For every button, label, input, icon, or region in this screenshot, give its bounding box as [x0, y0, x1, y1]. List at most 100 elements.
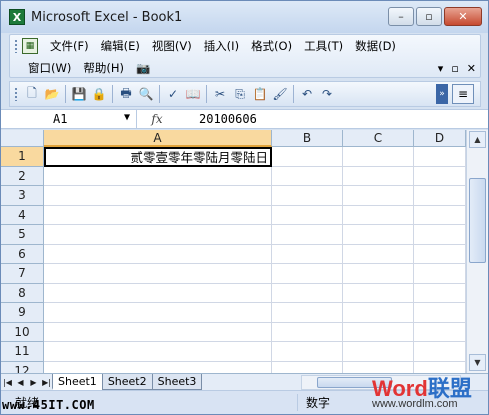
- scroll-up-icon[interactable]: ▲: [469, 131, 486, 148]
- excel-app-icon[interactable]: X: [9, 9, 25, 25]
- menu-view[interactable]: 视图(V): [146, 38, 198, 54]
- chevron-down-icon[interactable]: ▼: [124, 112, 130, 123]
- tab-sheet3[interactable]: Sheet3: [151, 374, 203, 390]
- row-header[interactable]: 9: [1, 303, 44, 323]
- row-header[interactable]: 8: [1, 283, 44, 303]
- cell-d1[interactable]: [414, 147, 466, 167]
- spelling-icon[interactable]: ✓: [164, 85, 182, 103]
- cell-b10[interactable]: [272, 322, 343, 342]
- cell-b2[interactable]: [272, 166, 343, 186]
- menu-insert[interactable]: 插入(I): [198, 38, 245, 54]
- cell-a8[interactable]: [44, 283, 272, 303]
- cell-c6[interactable]: [343, 244, 414, 264]
- permission-icon[interactable]: 🔒: [90, 85, 108, 103]
- workbook-icon[interactable]: ▦: [22, 38, 38, 54]
- toolbar-options-icon[interactable]: »: [436, 84, 448, 104]
- row-header[interactable]: 2: [1, 166, 44, 186]
- menu-window[interactable]: 窗口(W): [22, 60, 77, 76]
- print-icon[interactable]: 🖶: [117, 85, 135, 103]
- cell-c2[interactable]: [343, 166, 414, 186]
- column-header-c[interactable]: C: [343, 130, 414, 147]
- camera-icon[interactable]: 📷: [130, 61, 156, 75]
- cell-c5[interactable]: [343, 225, 414, 245]
- open-icon[interactable]: 📂: [43, 85, 61, 103]
- row-header[interactable]: 3: [1, 186, 44, 206]
- format-painter-icon[interactable]: 🖌: [271, 85, 289, 103]
- cell-d10[interactable]: [414, 322, 466, 342]
- cell-b9[interactable]: [272, 303, 343, 323]
- cell-a11[interactable]: [44, 342, 272, 362]
- scroll-down-icon[interactable]: ▼: [469, 354, 486, 371]
- menu-grip[interactable]: [14, 39, 18, 53]
- cell-a4[interactable]: [44, 205, 272, 225]
- minimize-button[interactable]: –: [388, 7, 414, 26]
- cell-d8[interactable]: [414, 283, 466, 303]
- cell-a9[interactable]: [44, 303, 272, 323]
- cell-a6[interactable]: [44, 244, 272, 264]
- row-header[interactable]: 10: [1, 322, 44, 342]
- row-header[interactable]: 6: [1, 244, 44, 264]
- cell-a5[interactable]: [44, 225, 272, 245]
- cell-d7[interactable]: [414, 264, 466, 284]
- cell-b11[interactable]: [272, 342, 343, 362]
- cell-d6[interactable]: [414, 244, 466, 264]
- cell-b12[interactable]: [272, 361, 343, 373]
- research-icon[interactable]: 📖: [184, 85, 202, 103]
- menu-tools[interactable]: 工具(T): [298, 38, 349, 54]
- row-header[interactable]: 4: [1, 205, 44, 225]
- new-icon[interactable]: 🗋: [23, 85, 41, 103]
- row-header[interactable]: 12: [1, 361, 44, 373]
- print-preview-icon[interactable]: 🔍: [137, 85, 155, 103]
- cell-d3[interactable]: [414, 186, 466, 206]
- cell-c3[interactable]: [343, 186, 414, 206]
- cell-d2[interactable]: [414, 166, 466, 186]
- vertical-scroll-thumb[interactable]: [469, 178, 486, 263]
- menu-format[interactable]: 格式(O): [245, 38, 298, 54]
- cell-b7[interactable]: [272, 264, 343, 284]
- save-icon[interactable]: 💾: [70, 85, 88, 103]
- column-header-b[interactable]: B: [272, 130, 343, 147]
- vertical-scrollbar[interactable]: ▲ ▼: [466, 130, 488, 373]
- column-header-a[interactable]: A: [44, 130, 272, 147]
- name-box[interactable]: A1 ▼: [1, 110, 137, 128]
- next-sheet-icon[interactable]: ▶: [27, 375, 40, 390]
- redo-icon[interactable]: ↷: [318, 85, 336, 103]
- cell-b8[interactable]: [272, 283, 343, 303]
- select-all-corner[interactable]: [1, 130, 44, 147]
- copy-icon[interactable]: ⎘: [231, 85, 249, 103]
- cell-a12[interactable]: [44, 361, 272, 373]
- cell-c1[interactable]: [343, 147, 414, 167]
- row-header[interactable]: 7: [1, 264, 44, 284]
- cell-c9[interactable]: [343, 303, 414, 323]
- column-header-d[interactable]: D: [414, 130, 466, 147]
- menu-edit[interactable]: 编辑(E): [95, 38, 146, 54]
- cell-a10[interactable]: [44, 322, 272, 342]
- row-header[interactable]: 11: [1, 342, 44, 362]
- cell-b6[interactable]: [272, 244, 343, 264]
- cell-a1[interactable]: 贰零壹零年零陆月零陆日: [44, 147, 272, 167]
- formula-input[interactable]: 20100606: [177, 112, 257, 126]
- cell-b5[interactable]: [272, 225, 343, 245]
- undo-icon[interactable]: ↶: [298, 85, 316, 103]
- cell-a7[interactable]: [44, 264, 272, 284]
- cell-d4[interactable]: [414, 205, 466, 225]
- toolbar-grip[interactable]: [14, 87, 18, 101]
- cell-d9[interactable]: [414, 303, 466, 323]
- cut-icon[interactable]: ✂: [211, 85, 229, 103]
- doc-minimize-icon[interactable]: ▾: [438, 62, 444, 75]
- cell-c7[interactable]: [343, 264, 414, 284]
- cell-b3[interactable]: [272, 186, 343, 206]
- cell-b4[interactable]: [272, 205, 343, 225]
- row-header[interactable]: 1: [1, 147, 44, 167]
- fx-icon[interactable]: fx: [137, 112, 177, 126]
- menu-data[interactable]: 数据(D): [349, 38, 402, 54]
- menu-help[interactable]: 帮助(H): [77, 60, 130, 76]
- restore-button[interactable]: ▫: [416, 7, 442, 26]
- align-center-icon[interactable]: ≡: [452, 84, 474, 104]
- doc-close-icon[interactable]: ✕: [467, 62, 476, 75]
- menu-file[interactable]: 文件(F): [44, 38, 95, 54]
- tab-sheet1[interactable]: Sheet1: [52, 374, 103, 390]
- close-button[interactable]: ✕: [444, 7, 482, 26]
- cell-d11[interactable]: [414, 342, 466, 362]
- doc-restore-icon[interactable]: ▫: [451, 62, 458, 75]
